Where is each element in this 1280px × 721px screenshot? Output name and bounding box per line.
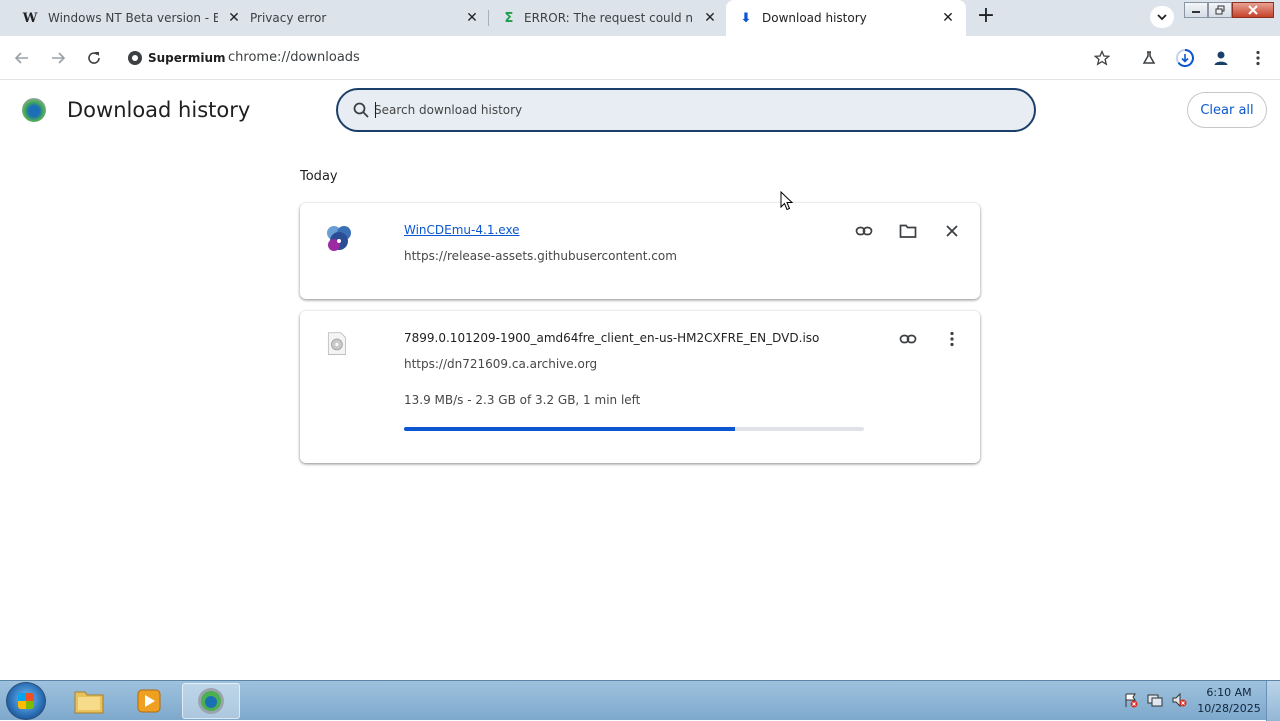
tab-title: Download history — [762, 11, 867, 25]
tab-error-request[interactable]: Σ ERROR: The request could not be satisf… — [489, 0, 725, 36]
clock-time: 6:10 AM — [1206, 686, 1252, 699]
download-file-name[interactable]: 7899.0.101209-1900_amd64fre_client_en-us… — [404, 331, 819, 345]
minimize-icon — [1192, 11, 1200, 13]
text-caret — [375, 102, 376, 118]
taskbar-browser[interactable] — [182, 683, 240, 719]
minimize-button[interactable] — [1184, 2, 1208, 18]
browser-logo-icon — [22, 98, 46, 122]
tab-strip: W Windows NT Beta version - Beta ✕ Priva… — [0, 0, 1280, 36]
wordpress-favicon-icon: W — [22, 10, 38, 26]
person-icon — [1214, 51, 1228, 65]
download-source-url: https://dn721609.ca.archive.org — [404, 357, 598, 371]
tab-close-icon[interactable]: ✕ — [700, 8, 720, 28]
tab-title: Privacy error — [250, 11, 327, 25]
tab-title: Windows NT Beta version - Beta — [48, 11, 218, 25]
bookmark-button[interactable] — [1090, 46, 1114, 70]
more-vertical-icon — [950, 331, 954, 347]
new-tab-button[interactable]: + — [975, 5, 997, 28]
media-player-icon — [137, 689, 161, 713]
back-button[interactable] — [10, 46, 34, 70]
start-button[interactable] — [6, 682, 46, 720]
download-favicon-icon: ⬇ — [740, 10, 752, 26]
reload-button[interactable] — [82, 46, 106, 70]
download-file-link[interactable]: WinCDEmu-4.1.exe — [404, 223, 520, 237]
forward-button[interactable] — [46, 46, 70, 70]
browser-logo-icon — [128, 51, 142, 65]
search-icon — [353, 102, 369, 118]
network-monitor-icon — [1147, 694, 1163, 707]
chevron-down-icon — [1157, 14, 1167, 21]
more-actions-button[interactable] — [938, 325, 966, 353]
copy-link-button[interactable] — [850, 217, 878, 245]
copy-link-button[interactable] — [894, 325, 922, 353]
date-group-heading: Today — [300, 169, 338, 184]
more-vertical-icon — [1256, 50, 1260, 66]
arrow-left-icon — [14, 52, 28, 64]
show-in-folder-button[interactable] — [894, 217, 922, 245]
folder-icon — [74, 691, 104, 714]
download-status-text: 13.9 MB/s - 2.3 GB of 3.2 GB, 1 min left — [404, 393, 641, 407]
restore-icon — [1215, 5, 1225, 15]
tab-search-button[interactable] — [1150, 6, 1174, 28]
close-icon — [1248, 5, 1258, 15]
browser-logo-icon — [198, 688, 224, 714]
download-item: 7899.0.101209-1900_amd64fre_client_en-us… — [300, 311, 980, 463]
clear-all-button[interactable]: Clear all — [1187, 92, 1267, 128]
network-icon[interactable] — [1146, 691, 1164, 709]
show-desktop-button[interactable] — [1266, 681, 1280, 721]
speaker-muted-icon — [1172, 692, 1187, 708]
volume-icon[interactable] — [1170, 691, 1188, 709]
downloads-button[interactable] — [1173, 46, 1197, 70]
tab-close-icon[interactable]: ✕ — [462, 8, 482, 28]
download-source-url: https://release-assets.githubusercontent… — [404, 249, 677, 263]
restore-button[interactable] — [1208, 2, 1232, 18]
cd-emulator-file-icon — [327, 226, 351, 251]
labs-button[interactable] — [1137, 46, 1161, 70]
download-progress-icon — [1176, 49, 1194, 67]
close-icon — [946, 225, 958, 237]
tab-title: ERROR: The request could not be satisfie… — [524, 11, 692, 25]
search-field[interactable] — [336, 88, 1036, 132]
download-progress-fill — [404, 427, 736, 431]
reload-icon — [88, 52, 100, 64]
page-title: Download history — [67, 98, 251, 122]
url-text[interactable]: chrome://downloads — [228, 50, 360, 65]
taskbar-media-player[interactable] — [120, 683, 178, 719]
download-progress-bar — [404, 427, 864, 431]
flag-icon — [1125, 693, 1138, 708]
star-icon — [1094, 50, 1110, 66]
browser-toolbar: Supermium chrome://downloads — [0, 36, 1280, 80]
remove-download-button[interactable] — [938, 217, 966, 245]
link-icon — [899, 334, 917, 344]
search-input[interactable] — [374, 100, 1014, 120]
profile-button[interactable] — [1209, 46, 1233, 70]
tab-privacy-error[interactable]: Privacy error ✕ — [246, 0, 488, 36]
system-clock[interactable]: 6:10 AM 10/28/2025 — [1196, 685, 1262, 717]
close-window-button[interactable] — [1232, 2, 1274, 18]
chip-label: Supermium — [148, 51, 226, 65]
sigma-favicon-icon: Σ — [504, 10, 514, 26]
windows-taskbar: 6:10 AM 10/28/2025 — [0, 680, 1280, 721]
link-icon — [855, 226, 873, 236]
address-bar[interactable]: Supermium chrome://downloads — [120, 42, 1120, 74]
download-item: WinCDEmu-4.1.exe https://release-assets.… — [300, 203, 980, 299]
menu-button[interactable] — [1246, 46, 1270, 70]
tab-windows-nt-beta[interactable]: W Windows NT Beta version - Beta ✕ — [0, 0, 246, 36]
tab-close-icon[interactable]: ✕ — [224, 8, 244, 28]
action-center-icon[interactable] — [1122, 691, 1140, 709]
site-info-chip[interactable]: Supermium — [128, 46, 226, 70]
clock-date: 10/28/2025 — [1197, 702, 1261, 715]
taskbar-explorer[interactable] — [60, 683, 118, 719]
mouse-cursor-icon — [780, 191, 794, 211]
tab-download-history[interactable]: ⬇ Download history ✕ — [726, 0, 966, 36]
tab-close-icon[interactable]: ✕ — [938, 8, 958, 28]
folder-icon — [899, 224, 917, 238]
disc-image-file-icon — [327, 332, 346, 355]
flask-icon — [1142, 51, 1156, 64]
arrow-right-icon — [52, 52, 66, 64]
